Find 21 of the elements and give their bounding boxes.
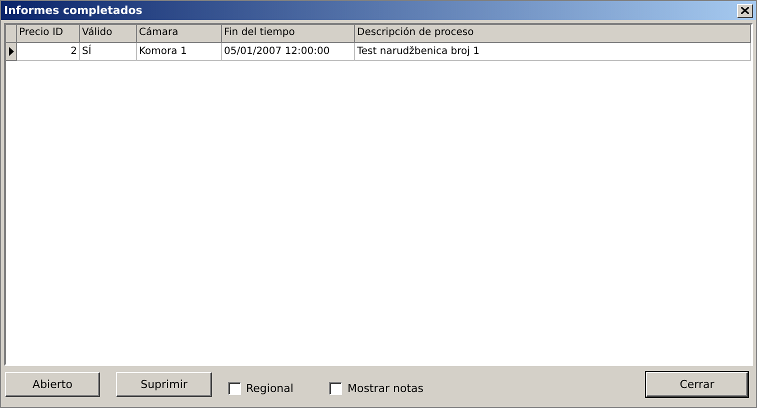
checkbox-label: Regional (246, 382, 294, 395)
column-header[interactable]: Fin del tiempo (222, 25, 355, 43)
row-selector[interactable] (6, 43, 17, 61)
close-icon[interactable] (737, 4, 753, 18)
table-cell: 05/01/2007 12:00:00 (222, 43, 355, 61)
action-button[interactable]: Suprimir (116, 372, 212, 397)
table-cell: Komora 1 (137, 43, 222, 61)
window-title: Informes completados (4, 4, 144, 17)
action-button[interactable]: Abierto (5, 372, 100, 397)
current-row-icon (9, 47, 14, 56)
table-cell: SÍ (80, 43, 137, 61)
checkbox-label: Mostrar notas (347, 382, 424, 395)
column-header[interactable]: Descripción de proceso (355, 25, 751, 43)
column-header[interactable]: Válido (80, 25, 137, 43)
checkbox[interactable] (228, 382, 241, 395)
close-button[interactable]: Cerrar (646, 372, 748, 397)
table-cell: 2 (17, 43, 80, 61)
table-cell: Test narudžbenica broj 1 (355, 43, 751, 61)
column-header[interactable]: Precio ID (17, 25, 80, 43)
checkbox[interactable] (329, 382, 342, 395)
column-header[interactable]: Cámara (137, 25, 222, 43)
